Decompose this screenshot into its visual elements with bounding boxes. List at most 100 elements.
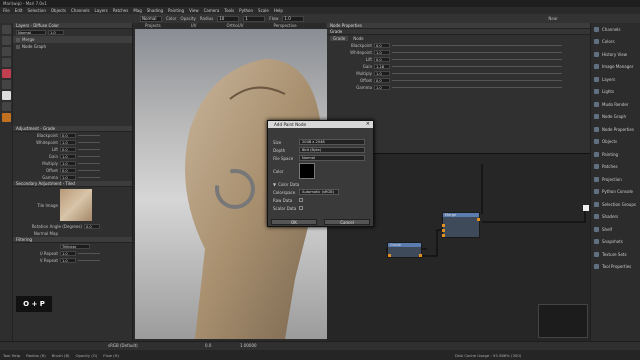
preset-label[interactable]: Near: [548, 16, 558, 21]
grade-field[interactable]: 1.0: [60, 175, 76, 180]
menu-edit[interactable]: Edit: [15, 8, 23, 13]
zoom-field[interactable]: 0.0: [205, 343, 211, 348]
dock-item-lights[interactable]: Lights: [591, 86, 640, 99]
node-port[interactable]: [477, 218, 480, 221]
prop-field[interactable]: 1.0: [374, 85, 390, 90]
dock-item-projection[interactable]: Projection: [591, 173, 640, 186]
grade-field[interactable]: 0.0: [60, 168, 76, 173]
grade-slider[interactable]: [78, 170, 100, 171]
menu-painting[interactable]: Painting: [168, 8, 184, 13]
menu-mag[interactable]: Mag: [133, 8, 141, 13]
menu-selection[interactable]: Selection: [27, 8, 45, 13]
tab-node[interactable]: Node: [350, 36, 366, 41]
color-swatch-icon[interactable]: [2, 69, 11, 78]
layer-merge[interactable]: Merge: [22, 37, 35, 42]
grade-slider[interactable]: [78, 177, 100, 178]
menu-camera[interactable]: Camera: [204, 8, 220, 13]
node-port[interactable]: [388, 254, 391, 257]
u-repeat-field[interactable]: 1.0: [60, 251, 76, 256]
dock-item-python-console[interactable]: Python Console: [591, 186, 640, 199]
dock-item-channels[interactable]: Channels: [591, 23, 640, 36]
scalar-data-checkbox[interactable]: [299, 206, 303, 210]
v-repeat-slider[interactable]: [78, 260, 100, 261]
dock-item-image-manager[interactable]: Image Manager: [591, 61, 640, 74]
dock-item-node-graph[interactable]: Node Graph: [591, 111, 640, 124]
prop-field[interactable]: 0.0: [374, 78, 390, 83]
prop-slider[interactable]: [392, 87, 562, 88]
clone-icon[interactable]: [2, 80, 11, 89]
node-port[interactable]: [442, 234, 445, 237]
menu-patches[interactable]: Patches: [113, 8, 129, 13]
grade-field[interactable]: 1.0: [60, 140, 76, 145]
raw-data-checkbox[interactable]: [299, 198, 303, 202]
layer-node-graph[interactable]: Node Graph: [22, 44, 46, 49]
rotation-field[interactable]: 0.0: [84, 224, 100, 229]
dock-item-layers[interactable]: Layers: [591, 73, 640, 86]
grade-slider[interactable]: [78, 163, 100, 164]
cancel-button[interactable]: Cancel: [324, 219, 370, 225]
blend-mode-dropdown[interactable]: Normal: [140, 15, 162, 22]
dock-item-mudo-render[interactable]: Mudo Render: [591, 98, 640, 111]
layer-blend-dropdown[interactable]: Normal: [16, 30, 46, 35]
prop-field[interactable]: 1.0: [374, 71, 390, 76]
ok-button[interactable]: OK: [271, 219, 317, 225]
picker-icon[interactable]: [2, 102, 11, 111]
dock-item-patches[interactable]: Patches: [591, 161, 640, 174]
tile-image-thumbnail[interactable]: [60, 189, 92, 221]
size-dropdown[interactable]: 2048 x 2048: [299, 139, 365, 145]
dock-item-node-properties[interactable]: Node Properties: [591, 123, 640, 136]
grade-field[interactable]: 0.0: [60, 133, 76, 138]
menu-shading[interactable]: Shading: [147, 8, 163, 13]
grade-slider[interactable]: [78, 142, 100, 143]
menu-scale[interactable]: Scale: [258, 8, 269, 13]
grade-slider[interactable]: [78, 149, 100, 150]
transform-icon[interactable]: [2, 58, 11, 67]
dock-item-selection-groups[interactable]: Selection Groups: [591, 198, 640, 211]
prop-field[interactable]: 1.28: [374, 64, 390, 69]
file-space-dropdown[interactable]: Normal: [299, 155, 365, 161]
grade-field[interactable]: 1.0: [60, 161, 76, 166]
dock-item-objects[interactable]: Objects: [591, 136, 640, 149]
colorspace-dropdown[interactable]: Automatic (sRGB): [299, 189, 339, 195]
prop-slider[interactable]: [392, 73, 562, 74]
projection-icon[interactable]: [2, 113, 11, 122]
colorspace-dropdown-bottom[interactable]: sRGB (Default): [108, 343, 138, 348]
grade-field[interactable]: 1.0: [60, 154, 76, 159]
prop-field[interactable]: 0.0: [374, 57, 390, 62]
flow-field[interactable]: 1.0: [282, 15, 305, 22]
prop-slider[interactable]: [392, 80, 562, 81]
menu-help[interactable]: Help: [274, 8, 283, 13]
tab-grade[interactable]: Grade: [330, 36, 349, 41]
dock-item-shaders[interactable]: Shaders: [591, 211, 640, 224]
depth-dropdown[interactable]: 8bit (Byte): [299, 147, 365, 153]
dock-item-shelf[interactable]: Shelf: [591, 223, 640, 236]
dock-item-history-view[interactable]: History View: [591, 48, 640, 61]
menu-file[interactable]: File: [3, 8, 10, 13]
menu-view[interactable]: View: [189, 8, 199, 13]
prop-slider[interactable]: [392, 45, 562, 46]
menu-tools[interactable]: Tools: [224, 8, 234, 13]
node-port[interactable]: [419, 254, 422, 257]
dock-item-tool-properties[interactable]: Tool Properties: [591, 261, 640, 274]
node-port[interactable]: [442, 229, 445, 232]
prop-slider[interactable]: [392, 52, 562, 53]
dock-item-painting[interactable]: Painting: [591, 148, 640, 161]
u-repeat-slider[interactable]: [78, 253, 100, 254]
output-node[interactable]: [583, 205, 589, 211]
dock-item-colors[interactable]: Colors: [591, 36, 640, 49]
menu-layers[interactable]: Layers: [95, 8, 108, 13]
grade-field[interactable]: 0.0: [60, 147, 76, 152]
close-icon[interactable]: ×: [366, 121, 370, 128]
opacity-field[interactable]: 1: [243, 15, 266, 22]
dock-item-snapshots[interactable]: Snapshots: [591, 236, 640, 249]
gain-field[interactable]: 1.00000: [240, 343, 257, 348]
grade-slider[interactable]: [78, 135, 100, 136]
eraser-icon[interactable]: [2, 36, 11, 45]
collapse-arrow-icon[interactable]: ▼: [273, 182, 276, 187]
color-swatch[interactable]: [299, 163, 315, 179]
prop-field[interactable]: 0.0: [374, 43, 390, 48]
menu-python[interactable]: Python: [239, 8, 253, 13]
node-graph-minimap[interactable]: [538, 304, 588, 338]
filter-dropdown[interactable]: Trilinear: [60, 244, 90, 249]
grade-node[interactable]: Grade: [387, 242, 422, 258]
